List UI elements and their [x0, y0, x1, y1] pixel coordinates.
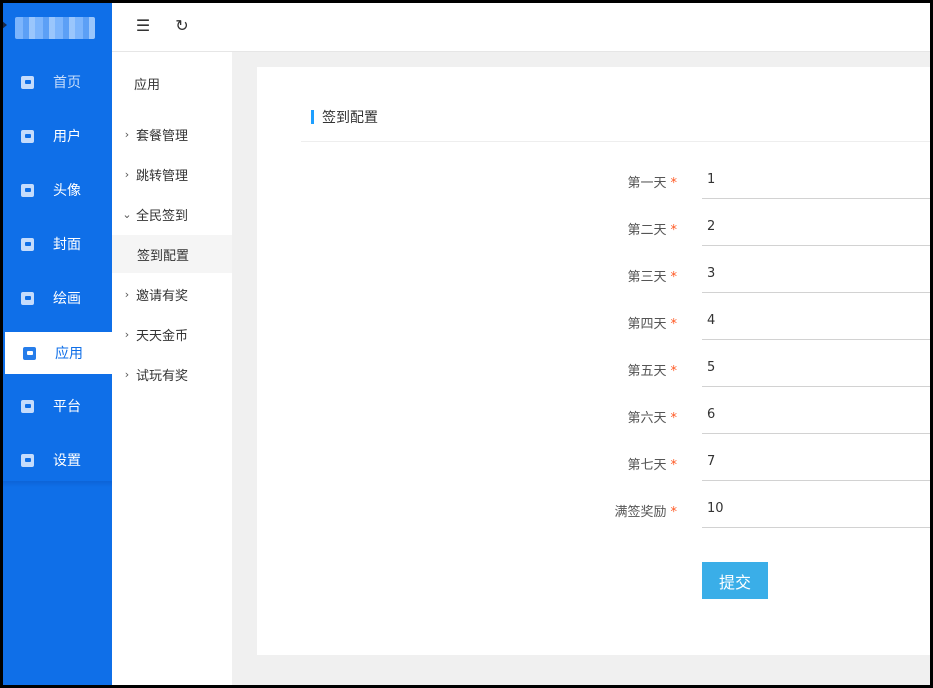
logo	[3, 3, 112, 53]
chevron-right-icon: ›	[124, 167, 130, 181]
sidebar-item-label: 封面	[53, 237, 81, 253]
subnav-item-label: 天天金币	[136, 328, 189, 344]
day1-input[interactable]	[702, 161, 930, 199]
picture-icon	[21, 291, 34, 305]
form-row-day1: 第一天 *	[257, 161, 930, 199]
main-sidebar: 首页 用户 头像 封面 绘画 应用 平台 设置	[3, 3, 112, 685]
subnav-item-label: 套餐管理	[136, 128, 189, 144]
subnav-item-label: 全民签到	[136, 208, 189, 224]
subnav-item-label: 试玩有奖	[136, 368, 189, 384]
chevron-right-icon: ›	[124, 327, 130, 341]
field-label: 满签奖励 *	[614, 505, 677, 520]
subnav-item-package[interactable]: › 套餐管理	[112, 115, 232, 153]
title-accent-bar	[311, 110, 314, 124]
sidebar-item-label: 首页	[53, 75, 81, 91]
sidebar-item-cover[interactable]: 封面	[3, 223, 112, 265]
store-icon	[21, 75, 34, 89]
sidebar-divider	[3, 481, 112, 487]
sidebar-item-platform[interactable]: 平台	[3, 385, 112, 427]
sidebar-item-label: 设置	[53, 453, 81, 469]
field-label: 第四天 *	[627, 317, 677, 332]
app-icon	[23, 346, 36, 360]
submit-button[interactable]: 提交	[702, 562, 768, 599]
app-window: 首页 用户 头像 封面 绘画 应用 平台 设置 ☰ ↻ 应用 › 套餐管理 › …	[3, 3, 930, 685]
day5-input[interactable]	[702, 349, 930, 387]
user-card-icon	[21, 183, 34, 197]
field-label: 第六天 *	[627, 411, 677, 426]
refresh-icon[interactable]: ↻	[173, 17, 191, 35]
sidebar-item-label: 用户	[53, 129, 81, 145]
sidebar-item-label: 平台	[53, 399, 81, 415]
subnav-item-label: 邀请有奖	[136, 288, 189, 304]
day4-input[interactable]	[702, 302, 930, 340]
chevron-right-icon: ›	[124, 127, 130, 141]
chevron-right-icon: ›	[124, 367, 130, 381]
subnav-item-redirect[interactable]: › 跳转管理	[112, 155, 232, 193]
subnav-item-checkin-config[interactable]: 签到配置	[112, 235, 232, 273]
day2-input[interactable]	[702, 208, 930, 246]
field-label: 第二天 *	[627, 223, 677, 238]
form-row-day2: 第二天 *	[257, 208, 930, 246]
sidebar-item-label: 绘画	[53, 291, 81, 307]
subnav-item-daily-coins[interactable]: › 天天金币	[112, 315, 232, 353]
chevron-down-icon: ⌄	[122, 207, 132, 221]
sidebar-item-users[interactable]: 用户	[3, 115, 112, 157]
section-title-text: 签到配置	[322, 110, 378, 126]
subnav-item-label: 签到配置	[137, 248, 190, 264]
subnav-item-checkin[interactable]: ⌄ 全民签到	[112, 195, 232, 233]
diamond-icon	[21, 129, 34, 143]
platform-icon	[21, 399, 34, 413]
star-frame-icon	[21, 237, 34, 251]
section-divider	[301, 141, 930, 142]
collapse-menu-icon[interactable]: ☰	[134, 17, 152, 35]
sidebar-item-avatar[interactable]: 头像	[3, 169, 112, 211]
full-reward-input[interactable]	[702, 490, 930, 528]
sidebar-item-apps[interactable]: 应用	[5, 332, 112, 374]
field-label: 第七天 *	[627, 458, 677, 473]
day7-input[interactable]	[702, 443, 930, 481]
subnav-title: 应用	[134, 78, 161, 93]
subnav-item-trial[interactable]: › 试玩有奖	[112, 355, 232, 393]
sidebar-item-settings[interactable]: 设置	[3, 439, 112, 481]
form-row-full-reward: 满签奖励 *	[257, 490, 930, 528]
secondary-sidebar: 应用 › 套餐管理 › 跳转管理 ⌄ 全民签到 签到配置 › 邀请有奖 › 天天…	[112, 52, 232, 685]
section-title: 签到配置	[311, 109, 378, 126]
logo-notch-icon	[3, 17, 7, 33]
subnav-item-invite[interactable]: › 邀请有奖	[112, 275, 232, 313]
form-row-day7: 第七天 *	[257, 443, 930, 481]
settings-icon	[21, 453, 34, 467]
form-row-day3: 第三天 *	[257, 255, 930, 293]
day3-input[interactable]	[702, 255, 930, 293]
field-label: 第三天 *	[627, 270, 677, 285]
form-row-day4: 第四天 *	[257, 302, 930, 340]
top-header: ☰ ↻	[112, 3, 930, 52]
form-row-day6: 第六天 *	[257, 396, 930, 434]
day6-input[interactable]	[702, 396, 930, 434]
sidebar-item-painting[interactable]: 绘画	[3, 277, 112, 319]
sidebar-item-home[interactable]: 首页	[3, 61, 112, 103]
main-panel: 签到配置 第一天* 第二天* 第三天* 第四天* 第五天* 第六天* 第七天*	[257, 67, 930, 655]
subnav-item-label: 跳转管理	[136, 168, 189, 184]
field-label: 第一天 *	[627, 176, 677, 191]
form-row-day5: 第五天 *	[257, 349, 930, 387]
sidebar-item-label: 头像	[53, 183, 81, 199]
field-label: 第五天 *	[627, 364, 677, 379]
logo-blurred-image	[15, 17, 95, 39]
chevron-right-icon: ›	[124, 287, 130, 301]
sidebar-item-label: 应用	[55, 346, 83, 362]
